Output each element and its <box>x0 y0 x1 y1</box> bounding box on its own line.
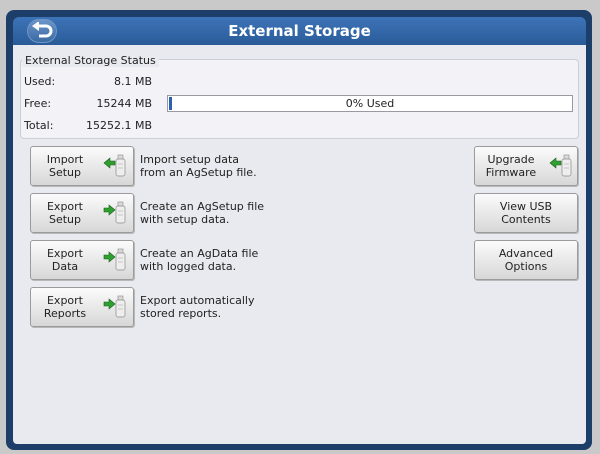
storage-status-title: External Storage Status <box>22 54 159 67</box>
import-setup-button-label: Import Setup <box>46 153 84 179</box>
free-value: 15244 MB <box>96 97 152 110</box>
upgrade-firmware-button[interactable]: Upgrade Firmware <box>474 146 578 186</box>
total-label: Total: <box>24 119 54 132</box>
export-setup-description: Create an AgSetup file with setup data. <box>140 200 265 226</box>
used-label: Used: <box>24 75 56 88</box>
view-usb-contents-button-label: View USB Contents <box>499 200 553 226</box>
usb-import-icon <box>549 154 573 182</box>
export-data-button-label: Export Data <box>46 247 83 273</box>
usb-export-icon <box>103 295 127 323</box>
page-title: External Storage <box>228 22 371 40</box>
export-setup-button-label: Export Setup <box>46 200 83 226</box>
storage-usage-text: 0% Used <box>345 97 395 110</box>
used-value: 8.1 MB <box>113 75 152 88</box>
export-setup-button[interactable]: Export Setup <box>30 193 134 233</box>
title-bar: External Storage <box>13 17 586 45</box>
usb-export-icon <box>103 248 127 276</box>
usb-export-icon <box>103 201 127 229</box>
export-reports-button-label: Export Reports <box>43 294 87 320</box>
import-setup-description: Import setup data from an AgSetup file. <box>140 153 257 179</box>
storage-usage-bar: 0% Used <box>167 95 573 112</box>
view-usb-contents-button[interactable]: View USB Contents <box>474 193 578 233</box>
advanced-options-button[interactable]: Advanced Options <box>474 240 578 280</box>
export-reports-button[interactable]: Export Reports <box>30 287 134 327</box>
upgrade-firmware-button-label: Upgrade Firmware <box>485 153 537 179</box>
free-label: Free: <box>24 97 52 110</box>
export-reports-description: Export automatically stored reports. <box>140 294 255 320</box>
import-setup-button[interactable]: Import Setup <box>30 146 134 186</box>
usb-import-icon <box>103 154 127 182</box>
export-data-button[interactable]: Export Data <box>30 240 134 280</box>
total-value: 15252.1 MB <box>85 119 152 132</box>
advanced-options-button-label: Advanced Options <box>498 247 554 273</box>
export-data-description: Create an AgData file with logged data. <box>140 247 259 273</box>
